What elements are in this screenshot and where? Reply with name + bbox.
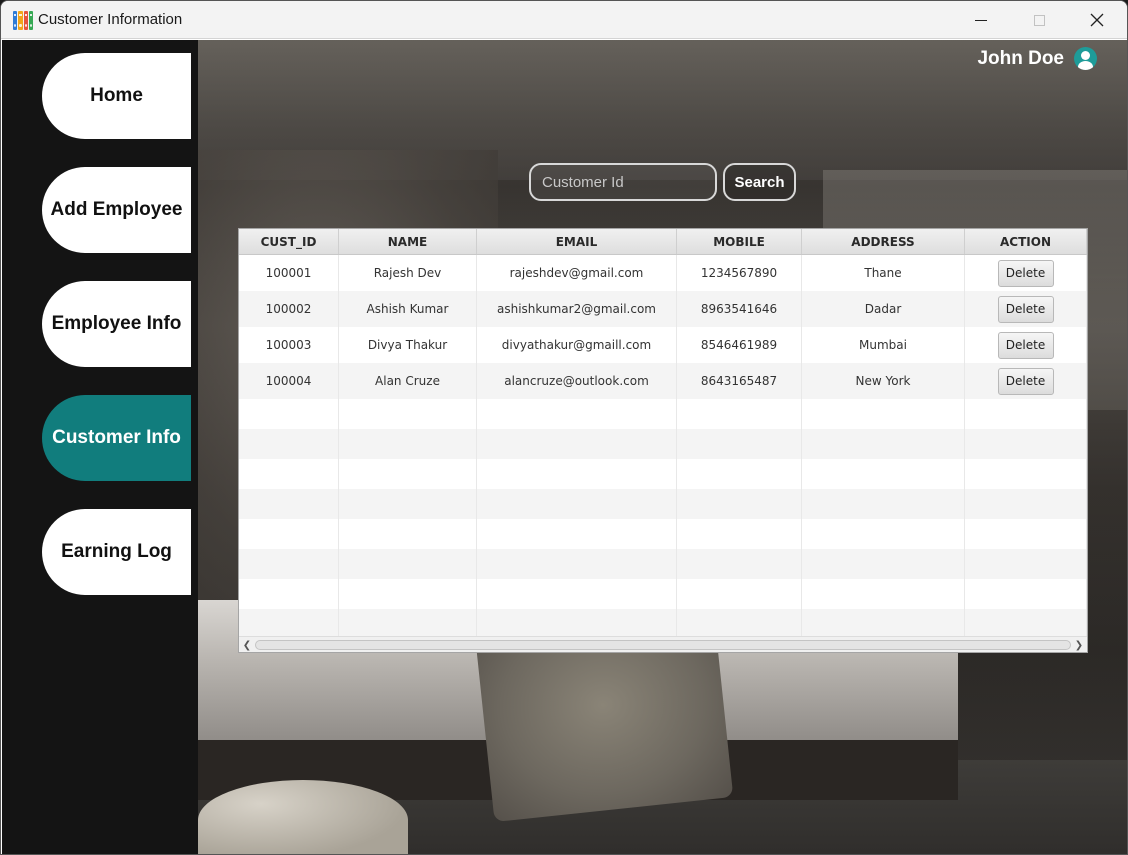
- cell-address: New York: [802, 363, 965, 399]
- table-row[interactable]: 100004 Alan Cruze alancruze@outlook.com …: [239, 363, 1087, 399]
- cell-action: Delete: [965, 291, 1087, 327]
- customer-id-search-input[interactable]: [529, 163, 717, 201]
- close-icon: [1090, 13, 1104, 27]
- empty-row: [239, 519, 1087, 549]
- horizontal-scrollbar[interactable]: ❮ ❯: [239, 636, 1087, 652]
- cell-name: Alan Cruze: [339, 363, 477, 399]
- cell-mobile: 8963541646: [677, 291, 802, 327]
- cell-mobile: 8643165487: [677, 363, 802, 399]
- nav-customer-info-button[interactable]: Customer Info: [42, 395, 191, 481]
- column-header-email[interactable]: EMAIL: [477, 229, 677, 254]
- cell-email: rajeshdev@gmail.com: [477, 255, 677, 291]
- column-header-address[interactable]: ADDRESS: [802, 229, 965, 254]
- main-content: John Doe Search CUST_ID NAME EMAIL MOBIL…: [198, 40, 1127, 854]
- cell-cust-id: 100001: [239, 255, 339, 291]
- column-header-name[interactable]: NAME: [339, 229, 477, 254]
- sidebar: Home Add Employee Employee Info Customer…: [2, 40, 198, 854]
- cell-action: Delete: [965, 255, 1087, 291]
- cell-address: Thane: [802, 255, 965, 291]
- window-title: Customer Information: [38, 11, 183, 28]
- nav-earning-log-button[interactable]: Earning Log: [42, 509, 191, 595]
- app-window: Customer Information Home Add Employee E…: [0, 0, 1128, 855]
- table-row[interactable]: 100001 Rajesh Dev rajeshdev@gmail.com 12…: [239, 255, 1087, 291]
- scroll-left-icon[interactable]: ❮: [240, 638, 254, 652]
- cell-name: Divya Thakur: [339, 327, 477, 363]
- close-button[interactable]: [1068, 1, 1126, 39]
- minimize-button[interactable]: [952, 1, 1010, 39]
- maximize-button[interactable]: [1010, 1, 1068, 39]
- empty-row: [239, 609, 1087, 639]
- cell-action: Delete: [965, 363, 1087, 399]
- table-row[interactable]: 100002 Ashish Kumar ashishkumar2@gmail.c…: [239, 291, 1087, 327]
- cell-address: Dadar: [802, 291, 965, 327]
- cell-address: Mumbai: [802, 327, 965, 363]
- nav-employee-info-button[interactable]: Employee Info: [42, 281, 191, 367]
- user-profile[interactable]: John Doe: [977, 47, 1097, 70]
- empty-row: [239, 459, 1087, 489]
- nav-home-button[interactable]: Home: [42, 53, 191, 139]
- empty-row: [239, 549, 1087, 579]
- customer-table: CUST_ID NAME EMAIL MOBILE ADDRESS ACTION…: [238, 228, 1088, 653]
- table-header: CUST_ID NAME EMAIL MOBILE ADDRESS ACTION: [239, 229, 1087, 255]
- delete-button[interactable]: Delete: [997, 259, 1054, 287]
- minimize-icon: [975, 19, 987, 21]
- nav-add-employee-button[interactable]: Add Employee: [42, 167, 191, 253]
- cell-email: ashishkumar2@gmail.com: [477, 291, 677, 327]
- search-button[interactable]: Search: [723, 163, 796, 201]
- user-name: John Doe: [977, 47, 1064, 69]
- delete-button[interactable]: Delete: [997, 295, 1054, 323]
- column-header-mobile[interactable]: MOBILE: [677, 229, 802, 254]
- cell-name: Ashish Kumar: [339, 291, 477, 327]
- cell-cust-id: 100004: [239, 363, 339, 399]
- user-avatar-icon: [1074, 47, 1097, 70]
- empty-row: [239, 579, 1087, 609]
- empty-row: [239, 399, 1087, 429]
- cell-action: Delete: [965, 327, 1087, 363]
- cell-mobile: 1234567890: [677, 255, 802, 291]
- empty-row: [239, 429, 1087, 459]
- cell-mobile: 8546461989: [677, 327, 802, 363]
- delete-button[interactable]: Delete: [997, 367, 1054, 395]
- cell-cust-id: 100003: [239, 327, 339, 363]
- empty-row: [239, 489, 1087, 519]
- delete-button[interactable]: Delete: [997, 331, 1054, 359]
- column-header-cust-id[interactable]: CUST_ID: [239, 229, 339, 254]
- cell-email: divyathakur@gmaill.com: [477, 327, 677, 363]
- app-icon: [13, 10, 33, 30]
- maximize-icon: [1033, 14, 1045, 26]
- scrollbar-thumb[interactable]: [255, 640, 1071, 650]
- title-bar: Customer Information: [1, 1, 1127, 39]
- column-header-action[interactable]: ACTION: [965, 229, 1087, 254]
- cell-name: Rajesh Dev: [339, 255, 477, 291]
- cell-email: alancruze@outlook.com: [477, 363, 677, 399]
- table-row[interactable]: 100003 Divya Thakur divyathakur@gmaill.c…: [239, 327, 1087, 363]
- scroll-right-icon[interactable]: ❯: [1072, 638, 1086, 652]
- cell-cust-id: 100002: [239, 291, 339, 327]
